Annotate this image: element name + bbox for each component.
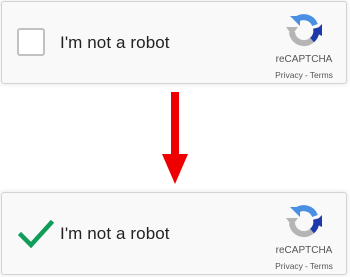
arrow-down-icon: [162, 92, 188, 184]
terms-link[interactable]: Terms: [310, 70, 333, 80]
recaptcha-brand-label: reCAPTCHA: [275, 245, 333, 256]
checkbox-label: I'm not a robot: [60, 33, 170, 52]
recaptcha-brand-label: reCAPTCHA: [275, 54, 333, 65]
privacy-link[interactable]: Privacy: [275, 70, 303, 80]
recaptcha-widget-unchecked: I'm not a robot reCAPTCHA Privacy - Terms: [1, 1, 347, 84]
legal-links: Privacy - Terms: [272, 261, 336, 271]
checkmark-icon[interactable]: [18, 220, 54, 250]
recaptcha-branding: reCAPTCHA Privacy - Terms: [272, 199, 336, 271]
link-separator: -: [304, 70, 308, 80]
recaptcha-logo-icon: [286, 14, 322, 47]
recaptcha-logo-icon: [286, 205, 322, 238]
robot-checkbox[interactable]: [17, 28, 45, 56]
recaptcha-comparison: I'm not a robot reCAPTCHA Privacy - Terms: [0, 0, 350, 277]
terms-link[interactable]: Terms: [310, 261, 333, 271]
privacy-link[interactable]: Privacy: [275, 261, 303, 271]
recaptcha-branding: reCAPTCHA Privacy - Terms: [272, 8, 336, 80]
legal-links: Privacy - Terms: [272, 70, 336, 80]
recaptcha-widget-checked: I'm not a robot reCAPTCHA Privacy - Terms: [1, 192, 347, 275]
link-separator: -: [304, 261, 308, 271]
checkbox-label: I'm not a robot: [60, 224, 170, 243]
